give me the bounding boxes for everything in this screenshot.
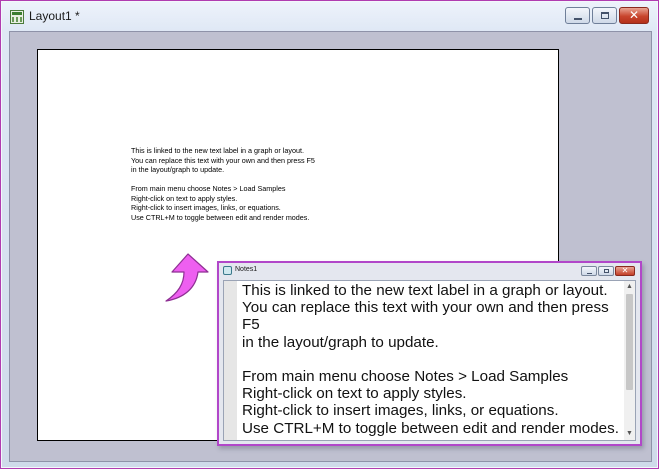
close-icon: ✕ (628, 8, 640, 22)
scroll-down-icon[interactable]: ▼ (624, 429, 635, 439)
window-title: Layout1 * (29, 9, 80, 23)
notes-gutter (224, 281, 237, 440)
restore-icon (601, 12, 609, 19)
notes-close-button[interactable]: ✕ (615, 266, 635, 276)
scrollbar-thumb[interactable] (626, 294, 633, 390)
page-text-line: From main menu choose Notes > Load Sampl… (131, 184, 286, 193)
notes-vertical-scrollbar[interactable]: ▲ ▼ (624, 281, 635, 440)
notes-blank-line (242, 351, 627, 368)
scroll-up-icon[interactable]: ▲ (624, 282, 635, 292)
page-text-line: Right-click to insert images, links, or … (131, 203, 281, 212)
layout-window: Layout1 * ✕ This is linked to the new te… (0, 0, 659, 469)
layout-client-area[interactable]: This is linked to the new text label in … (9, 31, 652, 462)
notes-text-line: F5 (242, 316, 260, 334)
caption-buttons: ✕ (565, 7, 649, 24)
restore-icon (604, 269, 609, 273)
notes-text-line: From main menu choose Notes > Load Sampl… (242, 368, 569, 385)
close-icon: ✕ (621, 266, 629, 275)
notes-text-line: in the layout/graph to update. (242, 333, 439, 351)
minimize-icon (574, 18, 582, 20)
page-text-blank-line (131, 175, 431, 185)
notes-restore-button[interactable] (598, 266, 614, 276)
notes-text-line: You can replace this text with your own … (242, 299, 609, 317)
close-button[interactable]: ✕ (619, 7, 649, 24)
notes-editor[interactable]: This is linked to the new text label in … (223, 280, 636, 441)
notes-text-line: Right-click on text to apply styles. (242, 385, 467, 403)
notes-minimize-button[interactable] (581, 266, 597, 276)
curved-arrow-icon (165, 253, 209, 302)
page-text-line: in the layout/graph to update. (131, 165, 225, 174)
page-text-line: Use CTRL+M to toggle between edit and re… (131, 212, 310, 222)
notes-icon (223, 266, 232, 275)
notes-title-bar[interactable]: Notes1 ✕ (219, 263, 640, 280)
page-text-line: Right-click on text to apply styles. (131, 193, 238, 203)
page-text-line: This is linked to the new text label in … (131, 146, 304, 155)
notes-caption-buttons: ✕ (581, 266, 635, 276)
linked-text-label[interactable]: This is linked to the new text label in … (131, 146, 431, 222)
notes-window-title: Notes1 (235, 266, 258, 273)
notes-text-line: This is linked to the new text label in … (242, 282, 608, 299)
page-text-line: You can replace this text with your own … (131, 155, 315, 165)
notes-text[interactable]: This is linked to the new text label in … (242, 282, 627, 437)
notes-window[interactable]: Notes1 ✕ This is linked to the new text … (217, 261, 642, 446)
notes-text-line: Use CTRL+M to toggle between edit and re… (242, 419, 619, 437)
layout-icon (10, 10, 24, 24)
minimize-icon (587, 273, 592, 274)
minimize-button[interactable] (565, 7, 590, 24)
restore-button[interactable] (592, 7, 617, 24)
title-bar[interactable]: Layout1 * ✕ (2, 2, 657, 30)
notes-text-line: Right-click to insert images, links, or … (242, 402, 559, 420)
